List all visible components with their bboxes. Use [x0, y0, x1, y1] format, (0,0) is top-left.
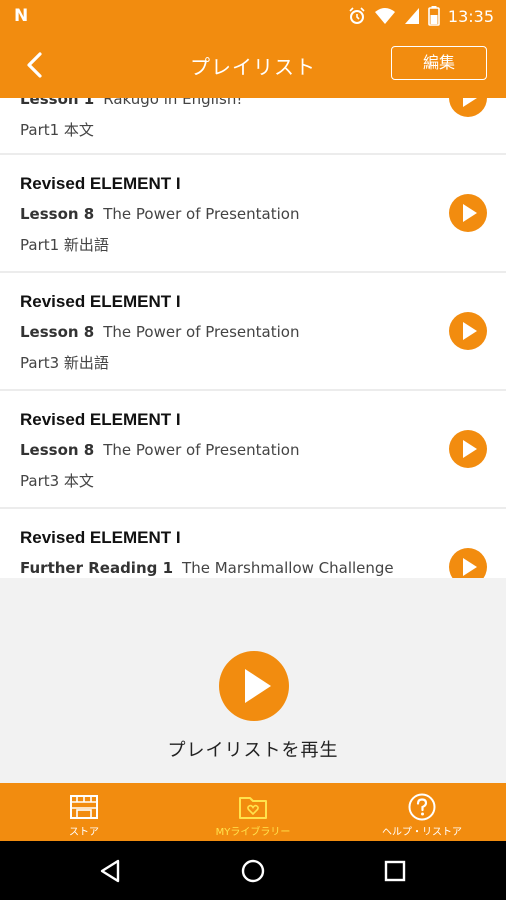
library-folder-icon	[239, 797, 267, 819]
tab-my-library[interactable]: MYライブラリー	[169, 783, 337, 841]
status-bar: N 13:35	[0, 0, 506, 32]
bottom-tab-bar: ストア MYライブラリー ヘルプ・リストア	[0, 783, 506, 841]
wifi-icon	[374, 8, 395, 24]
course-title: Revised ELEMENT I	[20, 410, 181, 429]
play-all-panel: プレイリストを再生	[0, 578, 506, 783]
lesson-topic: The Power of Presentation	[103, 205, 300, 223]
nav-recents-icon[interactable]	[380, 856, 410, 886]
lesson-topic: Rakugo in English!	[103, 98, 243, 108]
alarm-icon	[349, 7, 365, 24]
nav-home-icon[interactable]	[238, 856, 268, 886]
lesson-number: Lesson 8	[20, 205, 95, 223]
lesson-line: Lesson 1 Rakugo in English!	[20, 98, 242, 108]
tab-label: ストア	[69, 827, 99, 838]
tab-label: ヘルプ・リストア	[382, 827, 462, 838]
battery-icon	[428, 6, 440, 26]
playlist-list[interactable]: Lesson 1 Rakugo in English! Part1 本文 Revi…	[0, 98, 506, 578]
app-bar: プレイリスト 編集	[0, 32, 506, 98]
nav-back-icon[interactable]	[96, 856, 126, 886]
playlist-item[interactable]: Revised ELEMENT I Lesson 8 The Power of P…	[0, 155, 506, 271]
part-label: Part3 新出語	[20, 354, 109, 372]
lesson-topic: The Power of Presentation	[103, 441, 300, 459]
help-icon	[408, 793, 436, 821]
tab-store[interactable]: ストア	[0, 783, 168, 841]
lesson-line: Further Reading 1 The Marshmallow Challen…	[20, 559, 394, 577]
course-title: Revised ELEMENT I	[20, 528, 181, 547]
play-playlist-button[interactable]	[219, 651, 289, 721]
playlist-item[interactable]: Revised ELEMENT I Lesson 8 The Power of P…	[0, 391, 506, 507]
lesson-topic: The Marshmallow Challenge	[182, 559, 394, 577]
part-label: Part3 本文	[20, 472, 94, 490]
course-title: Revised ELEMENT I	[20, 292, 181, 311]
play-item-button[interactable]	[449, 430, 487, 468]
status-icons: 13:35	[348, 6, 494, 26]
play-item-button[interactable]	[449, 312, 487, 350]
part-label: Part1 本文	[20, 121, 94, 139]
lesson-topic: The Power of Presentation	[103, 323, 300, 341]
system-nav-bar	[0, 841, 506, 900]
edit-button[interactable]: 編集	[391, 46, 487, 80]
notification-icon: N	[14, 6, 29, 26]
lesson-number: Lesson 8	[20, 323, 95, 341]
tab-label: MYライブラリー	[215, 827, 291, 838]
lesson-line: Lesson 8 The Power of Presentation	[20, 323, 299, 341]
signal-icon	[404, 8, 419, 24]
playlist-item[interactable]: Lesson 1 Rakugo in English! Part1 本文	[0, 98, 506, 153]
part-label: Part1 新出語	[20, 236, 109, 254]
lesson-number: Lesson 1	[20, 98, 95, 108]
lesson-number: Further Reading 1	[20, 559, 174, 577]
lesson-line: Lesson 8 The Power of Presentation	[20, 441, 299, 459]
playlist-item[interactable]: Revised ELEMENT I Further Reading 1 The M…	[0, 509, 506, 578]
store-icon	[70, 795, 98, 819]
playlist-item[interactable]: Revised ELEMENT I Lesson 8 The Power of P…	[0, 273, 506, 389]
play-item-button[interactable]	[449, 98, 487, 117]
lesson-line: Lesson 8 The Power of Presentation	[20, 205, 299, 223]
play-item-button[interactable]	[449, 548, 487, 578]
course-title: Revised ELEMENT I	[20, 174, 181, 193]
play-playlist-label: プレイリストを再生	[167, 740, 339, 761]
play-item-button[interactable]	[449, 194, 487, 232]
tab-help-restore[interactable]: ヘルプ・リストア	[338, 783, 506, 841]
clock-time: 13:35	[447, 6, 494, 26]
lesson-number: Lesson 8	[20, 441, 95, 459]
